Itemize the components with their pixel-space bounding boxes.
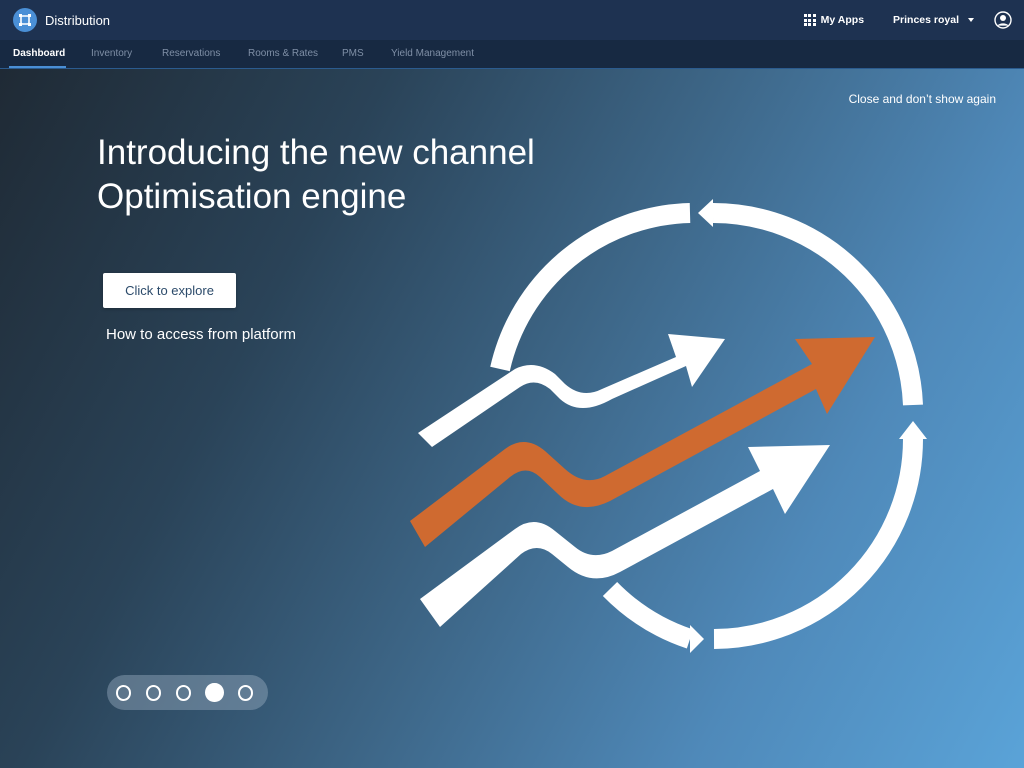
top-header: Distribution My Apps Princes royal <box>0 0 1024 40</box>
tab-yield-management[interactable]: Yield Management <box>391 40 474 68</box>
how-to-access-link[interactable]: How to access from platform <box>106 326 296 343</box>
tab-reservations[interactable]: Reservations <box>162 40 220 68</box>
slide-indicator <box>107 675 268 710</box>
app-title: Distribution <box>45 12 111 28</box>
property-label: Princes royal <box>893 14 959 26</box>
caret-down-icon <box>968 18 974 22</box>
slide-dot-1[interactable] <box>116 684 132 701</box>
tab-inventory[interactable]: Inventory <box>91 40 132 68</box>
slide-dot-4-active[interactable] <box>205 683 224 702</box>
orange-center-arrow <box>410 337 875 547</box>
slide-dot-3[interactable] <box>175 684 191 701</box>
close-dont-show-again-link[interactable]: Close and don’t show again <box>849 92 996 106</box>
property-selector[interactable]: Princes royal <box>893 14 974 26</box>
optimisation-arrows-graphic <box>410 199 927 653</box>
tab-dashboard[interactable]: Dashboard <box>13 40 65 68</box>
brand[interactable]: Distribution <box>13 8 110 32</box>
app-root: Distribution My Apps Princes royal Dashb… <box>0 0 1024 768</box>
slide-dot-2[interactable] <box>145 684 162 701</box>
user-circle-icon[interactable] <box>994 11 1012 29</box>
tab-pms[interactable]: PMS <box>342 40 364 68</box>
distribution-logo-icon <box>13 8 37 32</box>
active-tab-indicator <box>9 66 66 68</box>
tab-rooms-rates[interactable]: Rooms & Rates <box>248 40 318 68</box>
click-to-explore-button[interactable]: Click to explore <box>103 273 236 308</box>
my-apps-button[interactable]: My Apps <box>803 14 865 26</box>
my-apps-label: My Apps <box>820 14 865 26</box>
header-actions: My Apps Princes royal <box>803 0 1024 40</box>
hero-banner: Close and don’t show again Introducing t… <box>0 69 1024 768</box>
slide-dot-5[interactable] <box>238 684 254 701</box>
upper-white-arrow <box>418 334 725 447</box>
main-nav: Dashboard Inventory Reservations Rooms &… <box>0 40 1024 69</box>
grid-icon <box>803 14 816 26</box>
